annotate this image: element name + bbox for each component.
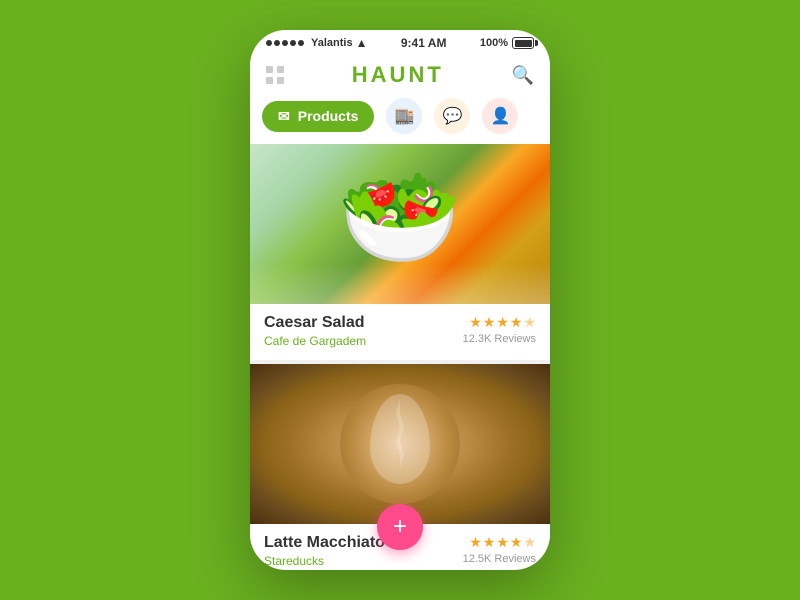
tab-chat[interactable]: 💬 bbox=[434, 98, 470, 134]
grid-menu-icon[interactable] bbox=[266, 66, 284, 84]
signal-dot-3 bbox=[282, 40, 288, 46]
caesar-salad-title: Caesar Salad bbox=[264, 314, 366, 332]
latte-macchiato-title: Latte Macchiato bbox=[264, 534, 385, 552]
carrier-label: Yalantis bbox=[311, 37, 353, 49]
phone-frame: Yalantis ▲ 9:41 AM 100% HAUNT 🔍 ✉ Produc… bbox=[250, 30, 550, 570]
latte-macchiato-text: Latte Macchiato Stareducks bbox=[264, 534, 385, 568]
status-left: Yalantis ▲ bbox=[266, 36, 367, 50]
latte-star-5: ★ bbox=[523, 534, 536, 551]
caesar-salad-restaurant: Cafe de Gargadem bbox=[264, 334, 366, 348]
add-product-fab[interactable]: + bbox=[377, 504, 423, 550]
latte-macchiato-stars: ★ ★ ★ ★ ★ bbox=[469, 534, 536, 551]
tab-profile[interactable]: 👤 bbox=[482, 98, 518, 134]
caesar-salad-text: Caesar Salad Cafe de Gargadem bbox=[264, 314, 366, 348]
latte-star-4: ★ bbox=[510, 534, 523, 551]
products-tab-icon: ✉ bbox=[278, 108, 290, 125]
wifi-icon: ▲ bbox=[356, 36, 368, 50]
latte-macchiato-rating: ★ ★ ★ ★ ★ 12.5K Reviews bbox=[463, 534, 536, 565]
signal-dot-4 bbox=[290, 40, 296, 46]
star-3: ★ bbox=[496, 314, 509, 331]
caesar-salad-reviews: 12.3K Reviews bbox=[463, 333, 536, 345]
nav-tabs: ✉ Products 🏬 💬 👤 bbox=[250, 98, 550, 144]
search-icon[interactable]: 🔍 bbox=[512, 65, 534, 86]
signal-dot-2 bbox=[274, 40, 280, 46]
latte-macchiato-restaurant: Stareducks bbox=[264, 554, 385, 568]
latte-art bbox=[340, 384, 460, 504]
status-bar: Yalantis ▲ 9:41 AM 100% bbox=[250, 30, 550, 54]
signal-dot-5 bbox=[298, 40, 304, 46]
status-right: 100% bbox=[480, 37, 534, 49]
latte-macchiato-image bbox=[250, 364, 550, 524]
latte-macchiato-reviews: 12.5K Reviews bbox=[463, 553, 536, 565]
signal-dot-1 bbox=[266, 40, 272, 46]
products-tab-label: Products bbox=[298, 108, 359, 124]
product-list[interactable]: Caesar Salad Cafe de Gargadem ★ ★ ★ ★ ★ … bbox=[250, 144, 550, 570]
caesar-salad-rating: ★ ★ ★ ★ ★ 12.3K Reviews bbox=[463, 314, 536, 345]
product-card-caesar-salad[interactable]: Caesar Salad Cafe de Gargadem ★ ★ ★ ★ ★ … bbox=[250, 144, 550, 360]
star-4: ★ bbox=[510, 314, 523, 331]
latte-star-3: ★ bbox=[496, 534, 509, 551]
battery-fill bbox=[515, 40, 532, 47]
app-header: HAUNT 🔍 bbox=[250, 54, 550, 98]
chat-tab-icon: 💬 bbox=[442, 106, 462, 126]
star-1: ★ bbox=[469, 314, 482, 331]
latte-star-1: ★ bbox=[469, 534, 482, 551]
latte-star-2: ★ bbox=[483, 534, 496, 551]
status-time: 9:41 AM bbox=[401, 36, 447, 50]
store-tab-icon: 🏬 bbox=[394, 106, 414, 126]
tab-store[interactable]: 🏬 bbox=[386, 98, 422, 134]
tab-products[interactable]: ✉ Products bbox=[262, 101, 374, 132]
battery-icon bbox=[512, 37, 534, 49]
star-5: ★ bbox=[523, 314, 536, 331]
signal-dots bbox=[266, 40, 304, 46]
caesar-salad-info: Caesar Salad Cafe de Gargadem ★ ★ ★ ★ ★ … bbox=[250, 304, 550, 360]
app-title: HAUNT bbox=[352, 62, 444, 88]
star-2: ★ bbox=[483, 314, 496, 331]
battery-percent: 100% bbox=[480, 37, 508, 49]
profile-tab-icon: 👤 bbox=[490, 106, 510, 126]
caesar-salad-stars: ★ ★ ★ ★ ★ bbox=[469, 314, 536, 331]
caesar-salad-image bbox=[250, 144, 550, 304]
